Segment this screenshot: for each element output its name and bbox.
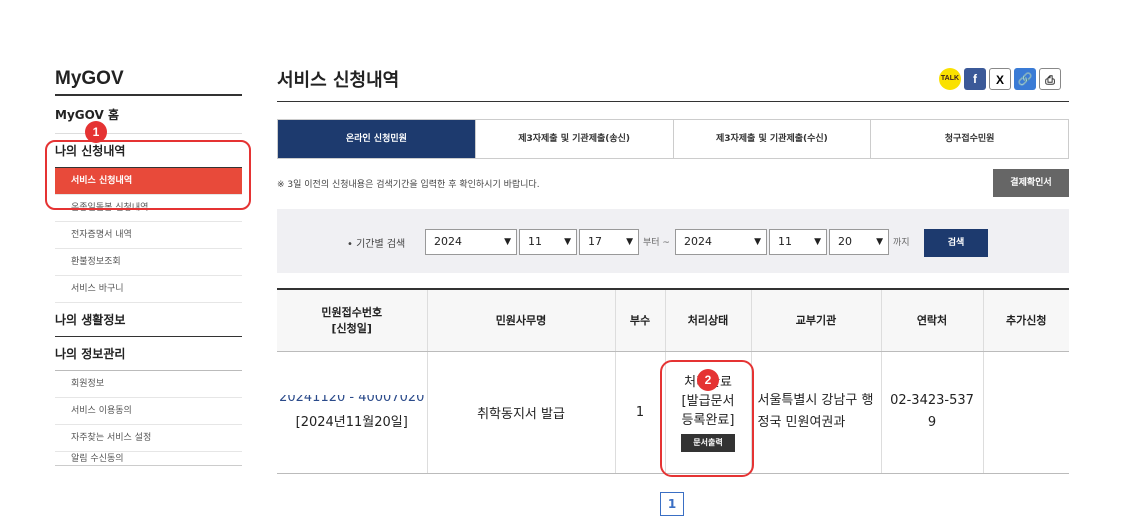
from-year-select[interactable]: 2024 ▼ — [425, 229, 517, 255]
col-copies: 부수 — [614, 288, 665, 352]
sidebar-section-manage[interactable]: 나의 정보관리 — [55, 337, 242, 371]
cell-receipt: 20241120 - 40007020 [2024년11월20일] — [277, 351, 427, 474]
pagination-current-page[interactable]: 1 — [660, 492, 684, 516]
chevron-down-icon: ▼ — [754, 237, 761, 247]
table-header-row: 민원접수번호 [신청일] 민원사무명 부수 처리상태 교부기관 연락처 추가신청 — [277, 288, 1069, 352]
page-header: 서비스 신청내역 TALK f X 🔗 ⎙ — [277, 62, 1069, 102]
sidebar-item-favorites[interactable]: 자주찾는 서비스 설정 — [55, 425, 242, 452]
col-receipt-no-label: 민원접수번호 — [321, 306, 383, 320]
sidebar-item-alarm[interactable]: 알림 수신동의 — [55, 452, 242, 466]
facebook-share-icon[interactable]: f — [964, 68, 986, 90]
cell-copies: 1 — [614, 351, 665, 474]
sidebar-section-life[interactable]: 나의 생활정보 — [55, 303, 242, 337]
payment-receipt-button[interactable]: 결제확인서 — [993, 169, 1069, 197]
col-extra: 추가신청 — [982, 288, 1069, 352]
from-month-value: 11 — [528, 235, 542, 248]
col-contact: 연락처 — [880, 288, 983, 352]
highlight-box-1 — [45, 140, 251, 210]
step-marker-1: 1 — [85, 121, 107, 143]
to-month-value: 11 — [778, 235, 792, 248]
notice-row: ※ 3일 이전의 신청내용은 검색기간을 입력한 후 확인하시기 바랍니다. 결… — [277, 167, 1069, 205]
sidebar: MyGOV MyGOV 홈 나의 신청내역 서비스 신청내역 온종일돌봄 신청내… — [55, 62, 242, 466]
link-copy-icon[interactable]: 🔗 — [1014, 68, 1036, 90]
from-day-value: 17 — [588, 235, 602, 248]
search-label: • 기간별 검색 — [347, 239, 406, 250]
chevron-down-icon: ▼ — [814, 237, 821, 247]
search-panel: • 기간별 검색 2024 ▼ 11 ▼ 17 ▼ 부터 ~ 2024 ▼ 11 ▼ 20… — [277, 209, 1069, 273]
from-day-select[interactable]: 17 ▼ — [579, 229, 639, 255]
cell-contact: 02-3423-5379 — [880, 351, 983, 474]
chevron-down-icon: ▼ — [564, 237, 571, 247]
receipt-date: [2024년11월20일] — [295, 414, 408, 430]
chevron-down-icon: ▼ — [504, 237, 511, 247]
sidebar-brand[interactable]: MyGOV — [55, 62, 242, 96]
to-day-select[interactable]: 20 ▼ — [829, 229, 889, 255]
col-status: 처리상태 — [664, 288, 751, 352]
cell-agency: 서울특별시 강남구 행정국 민원여권과 — [750, 351, 881, 474]
chevron-down-icon: ▼ — [626, 237, 633, 247]
share-toolbar: TALK f X 🔗 ⎙ — [939, 68, 1061, 90]
search-button[interactable]: 검색 — [924, 229, 988, 257]
sidebar-item-consent[interactable]: 서비스 이용동의 — [55, 398, 242, 425]
to-suffix: 까지 — [893, 238, 910, 248]
to-month-select[interactable]: 11 ▼ — [769, 229, 827, 255]
to-day-value: 20 — [838, 235, 852, 248]
notice-text: ※ 3일 이전의 신청내용은 검색기간을 입력한 후 확인하시기 바랍니다. — [277, 180, 540, 190]
tab-third-receive[interactable]: 제3자제출 및 기관제출(수신) — [672, 120, 871, 158]
tab-claim[interactable]: 청구접수민원 — [870, 120, 1068, 158]
col-name: 민원사무명 — [426, 288, 615, 352]
from-month-select[interactable]: 11 ▼ — [519, 229, 577, 255]
from-suffix: 부터 ~ — [643, 238, 670, 248]
kakao-share-icon[interactable]: TALK — [939, 68, 961, 90]
sidebar-item-member[interactable]: 회원정보 — [55, 371, 242, 398]
tab-third-send[interactable]: 제3자제출 및 기관제출(송신) — [474, 120, 673, 158]
col-receipt-date-label: [신청일] — [331, 322, 372, 336]
cell-name: 취학동지서 발급 — [426, 351, 615, 474]
to-year-value: 2024 — [684, 235, 712, 248]
x-share-icon[interactable]: X — [989, 68, 1011, 90]
sidebar-item-refund[interactable]: 환불정보조회 — [55, 249, 242, 276]
step-marker-2: 2 — [697, 369, 719, 391]
print-icon[interactable]: ⎙ — [1039, 68, 1061, 90]
chevron-down-icon: ▼ — [876, 237, 883, 247]
main-content: 서비스 신청내역 TALK f X 🔗 ⎙ 온라인 신청민원 제3자제출 및 기… — [277, 62, 1069, 474]
receipt-number-link[interactable]: 20241120 - 40007020 — [277, 395, 427, 403]
to-year-select[interactable]: 2024 ▼ — [675, 229, 767, 255]
sidebar-item-e-cert[interactable]: 전자증명서 내역 — [55, 222, 242, 249]
tab-online[interactable]: 온라인 신청민원 — [278, 120, 475, 158]
from-year-value: 2024 — [434, 235, 462, 248]
sidebar-item-basket[interactable]: 서비스 바구니 — [55, 276, 242, 303]
col-receipt-no: 민원접수번호 [신청일] — [277, 288, 427, 352]
sidebar-home-link[interactable]: MyGOV 홈 — [55, 96, 242, 134]
cell-extra — [982, 351, 1069, 474]
tab-bar: 온라인 신청민원 제3자제출 및 기관제출(송신) 제3자제출 및 기관제출(수… — [277, 119, 1069, 159]
col-agency: 교부기관 — [750, 288, 881, 352]
